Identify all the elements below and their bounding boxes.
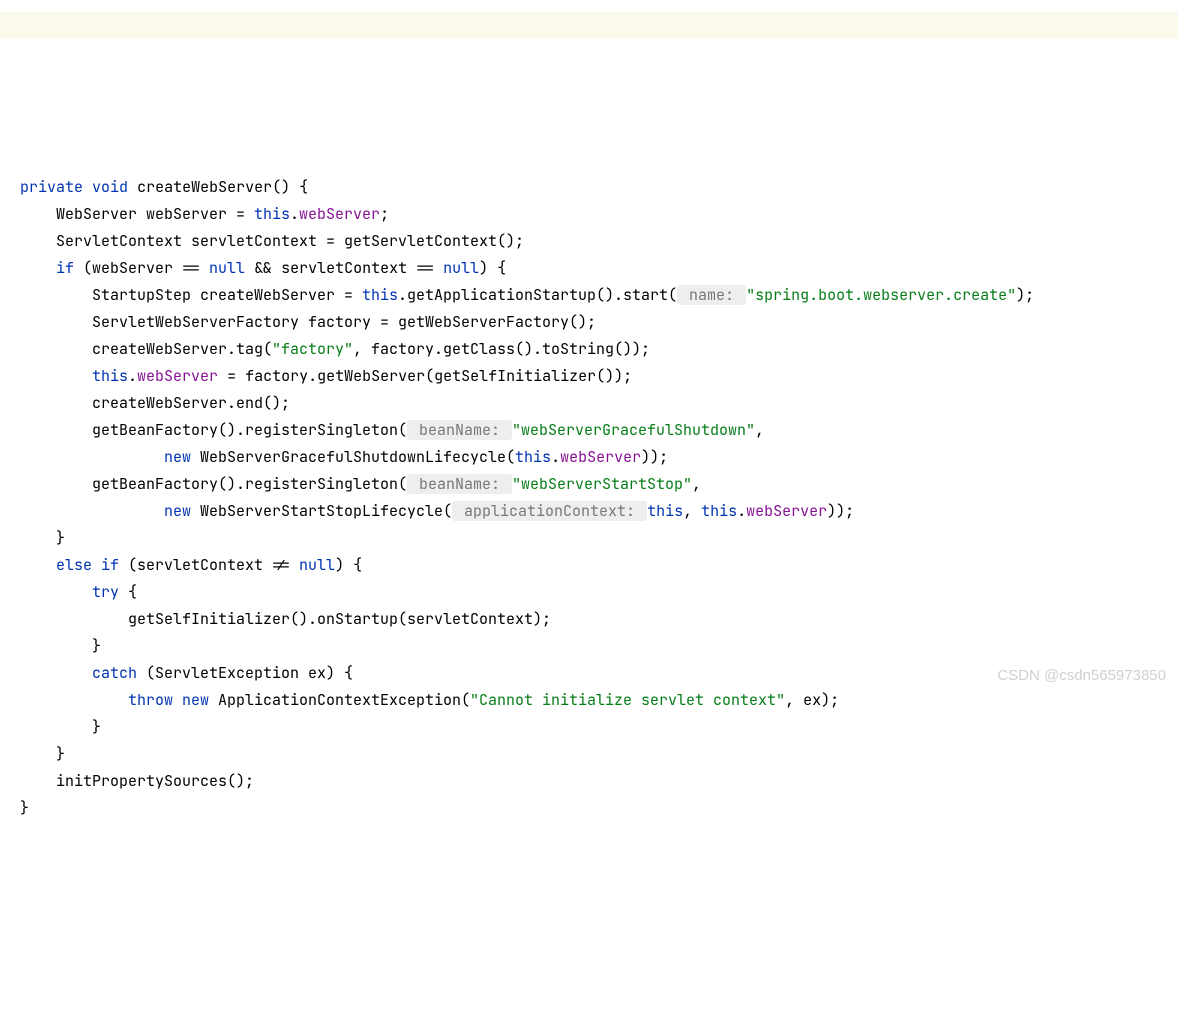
keyword-void: void xyxy=(92,177,128,197)
keyword-catch: catch xyxy=(92,663,137,683)
string-literal: "spring.boot.webserver.create" xyxy=(746,285,1016,305)
keyword-try: try xyxy=(92,582,119,602)
field-ref: webServer xyxy=(299,204,380,224)
code-text: createWebServer.end(); xyxy=(20,393,290,413)
code-text: createWebServer.tag( xyxy=(20,339,272,359)
code-text: } xyxy=(20,528,65,548)
code-text: && servletContext == xyxy=(245,258,443,278)
code-text: ); xyxy=(1016,285,1034,305)
string-literal: "factory" xyxy=(272,339,353,359)
code-text: } xyxy=(20,717,101,737)
code-text xyxy=(20,258,56,278)
code-text: . xyxy=(290,204,299,224)
code-text: StartupStep createWebServer = xyxy=(20,285,362,305)
code-text: ; xyxy=(380,204,389,224)
keyword-null: null xyxy=(299,555,335,575)
code-text: ) { xyxy=(479,258,506,278)
code-text: } xyxy=(20,798,29,818)
code-text: ApplicationContextException( xyxy=(209,690,470,710)
code-text: ServletWebServerFactory factory = getWeb… xyxy=(20,312,596,332)
code-text: . xyxy=(128,366,137,386)
watermark: CSDN @csdn565973850 xyxy=(997,662,1166,689)
code-text: , factory.getClass().toString()); xyxy=(353,339,650,359)
keyword-this: this xyxy=(362,285,398,305)
string-literal: "webServerGracefulShutdown" xyxy=(512,420,755,440)
code-text: (servletContext != xyxy=(119,555,299,575)
code-text: initPropertySources(); xyxy=(20,771,254,791)
code-text xyxy=(20,447,164,467)
code-text: )); xyxy=(827,501,854,521)
code-text: . xyxy=(551,447,560,467)
field-ref: webServer xyxy=(137,366,218,386)
code-text xyxy=(20,501,164,521)
code-text xyxy=(20,663,92,683)
code-text: . xyxy=(737,501,746,521)
field-ref: webServer xyxy=(746,501,827,521)
keyword-new: new xyxy=(164,447,191,467)
code-text: getBeanFactory().registerSingleton( xyxy=(20,420,407,440)
code-text: )); xyxy=(641,447,668,467)
keyword-this: this xyxy=(515,447,551,467)
code-text xyxy=(20,366,92,386)
code-text: WebServer webServer = xyxy=(20,204,254,224)
code-text: = factory.getWebServer(getSelfInitialize… xyxy=(218,366,632,386)
code-text xyxy=(20,582,92,602)
keyword-else-if: else if xyxy=(56,555,119,575)
keyword-null: null xyxy=(209,258,245,278)
keyword-throw-new: throw new xyxy=(128,690,209,710)
code-text: WebServerGracefulShutdownLifecycle( xyxy=(191,447,515,467)
code-text: WebServerStartStopLifecycle( xyxy=(191,501,452,521)
code-text xyxy=(20,555,56,575)
current-line-highlight xyxy=(0,12,1178,39)
keyword-this: this xyxy=(92,366,128,386)
code-text: , xyxy=(692,474,701,494)
code-editor[interactable]: private void createWebServer() { WebServ… xyxy=(20,174,1178,822)
keyword-new: new xyxy=(164,501,191,521)
code-text: ServletContext servletContext = getServl… xyxy=(20,231,524,251)
keyword-private: private xyxy=(20,177,83,197)
code-text: (ServletException ex) { xyxy=(137,663,353,683)
param-hint: name: xyxy=(677,285,746,305)
code-text xyxy=(20,690,128,710)
keyword-this: this xyxy=(701,501,737,521)
method-signature: createWebServer() { xyxy=(137,177,308,197)
code-text: } xyxy=(20,744,65,764)
code-text: getSelfInitializer().onStartup(servletCo… xyxy=(20,609,551,629)
keyword-this: this xyxy=(254,204,290,224)
keyword-null: null xyxy=(443,258,479,278)
code-text: getBeanFactory().registerSingleton( xyxy=(20,474,407,494)
code-text: , ex); xyxy=(785,690,839,710)
code-text: ) { xyxy=(335,555,362,575)
keyword-this: this xyxy=(647,501,683,521)
code-text: , xyxy=(755,420,764,440)
param-hint: applicationContext: xyxy=(452,501,647,521)
code-text: , xyxy=(683,501,701,521)
string-literal: "Cannot initialize servlet context" xyxy=(470,690,785,710)
keyword-if: if xyxy=(56,258,74,278)
string-literal: "webServerStartStop" xyxy=(512,474,692,494)
code-text: { xyxy=(119,582,137,602)
code-text: (webServer == xyxy=(74,258,209,278)
code-text: .getApplicationStartup().start( xyxy=(398,285,677,305)
param-hint: beanName: xyxy=(407,420,512,440)
param-hint: beanName: xyxy=(407,474,512,494)
field-ref: webServer xyxy=(560,447,641,467)
code-text: } xyxy=(20,636,101,656)
